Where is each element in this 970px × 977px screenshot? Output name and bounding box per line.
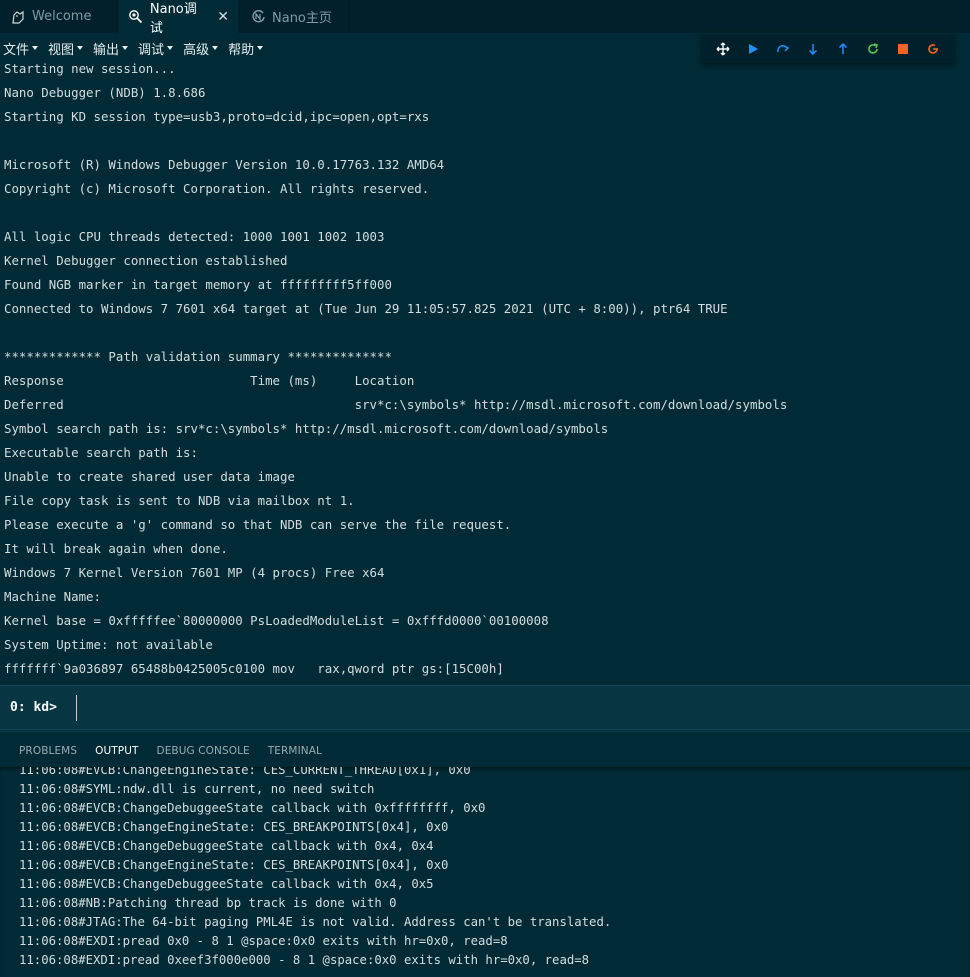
debug-bug-icon (128, 9, 144, 25)
console-line: All logic CPU threads detected: 1000 100… (4, 229, 385, 244)
stop-icon (898, 44, 908, 54)
console-line: Kernel Debugger connection established (4, 253, 288, 268)
output-line: 11:06:08#EVCB:ChangeEngineState: CES_CUR… (19, 767, 471, 777)
console-line: Microsoft (R) Windows Debugger Version 1… (4, 157, 445, 172)
output-line: 11:06:08#EXDI:pread 0x0 - 8 1 @space:0x0… (19, 934, 508, 948)
continue-button[interactable] (738, 37, 768, 61)
chevron-down-icon (32, 46, 39, 50)
command-bar: 0: kd> (0, 685, 970, 730)
tab-terminal[interactable]: TERMINAL (268, 732, 322, 768)
chevron-down-icon (77, 46, 84, 50)
output-line: 11:06:08#SYML:ndw.dll is current, no nee… (19, 782, 375, 796)
console-line: Kernel base = 0xfffffee`80000000 PsLoade… (4, 613, 549, 628)
menu-file[interactable]: 文件 (3, 39, 39, 58)
step-out-icon (838, 43, 848, 54)
continue-icon (749, 44, 758, 54)
command-input[interactable] (76, 694, 956, 721)
console-line: It will break again when done. (4, 541, 228, 556)
console-line: File copy task is sent to NDB via mailbo… (4, 493, 355, 508)
restart-icon (868, 43, 879, 54)
debug-toolbar (702, 35, 954, 63)
console-line: Response Time (ms) Location (4, 373, 415, 388)
output-line: 11:06:08#EVCB:ChangeDebuggeeState callba… (19, 839, 434, 853)
menu-view[interactable]: 视图 (48, 39, 84, 58)
step-out-button[interactable] (828, 37, 858, 61)
console-line: Symbol search path is: srv*c:\symbols* h… (4, 421, 609, 436)
command-prompt: 0: kd> (10, 700, 57, 715)
panel-tab-bar: PROBLEMS OUTPUT DEBUG CONSOLE TERMINAL (0, 731, 970, 768)
output-line: 11:06:08#EVCB:ChangeEngineState: CES_BRE… (19, 858, 449, 872)
step-into-button[interactable] (798, 37, 828, 61)
console-line: fffffff`9a036897 65488b0425005c0100 mov … (4, 661, 504, 676)
tab-nano-debug[interactable]: Nano调试 ✕ (118, 0, 240, 36)
close-icon[interactable]: ✕ (217, 9, 229, 25)
chevron-down-icon (122, 46, 129, 50)
output-line: 11:06:08#JTAG:The 64-bit paging PML4E is… (19, 915, 612, 929)
console-line: Copyright (c) Microsoft Corporation. All… (4, 181, 430, 196)
tab-debug-console[interactable]: DEBUG CONSOLE (157, 732, 250, 768)
chevron-down-icon (212, 46, 219, 50)
console-line: Found NGB marker in target memory at fff… (4, 277, 392, 292)
console-line: Executable search path is: (4, 445, 198, 460)
step-into-icon (808, 44, 818, 55)
console-line: Please execute a 'g' command so that NDB… (4, 517, 512, 532)
stop-button[interactable] (888, 37, 918, 61)
nano-home-icon (250, 9, 266, 25)
restart-button[interactable] (858, 37, 888, 61)
console-line: Unable to create shared user data image (4, 469, 295, 484)
console-line: Connected to Windows 7 7601 x64 target a… (4, 301, 728, 316)
drag-handle-icon[interactable] (708, 37, 738, 61)
tab-nano-home[interactable]: Nano主页 (240, 0, 350, 33)
tab-problems[interactable]: PROBLEMS (19, 732, 77, 768)
welcome-icon (10, 9, 26, 25)
console-line: Starting KD session type=usb3,proto=dcid… (4, 109, 430, 124)
chevron-down-icon (257, 46, 264, 50)
tab-output[interactable]: OUTPUT (95, 732, 139, 768)
menu-advanced[interactable]: 高级 (183, 39, 219, 58)
console-line: System Uptime: not available (4, 637, 213, 652)
editor-tab-bar: Welcome Nano调试 ✕ Nano主页 (0, 0, 970, 36)
output-line: 11:06:08#EXDI:pread 0xeef3f000e000 - 8 1… (19, 953, 590, 967)
menu-debug[interactable]: 调试 (138, 39, 174, 58)
disconnect-icon (928, 44, 938, 54)
tab-label: Nano调试 (149, 1, 197, 36)
output-line: 11:06:08#EVCB:ChangeDebuggeeState callba… (19, 877, 434, 891)
output-panel[interactable]: 11:06:08#EVCB:ChangeEngineState: CES_CUR… (0, 767, 970, 977)
console-line: Deferred srv*c:\symbols* http://msdl.mic… (4, 397, 788, 412)
tab-label: Nano主页 (272, 11, 332, 26)
tab-label: Welcome (32, 9, 92, 24)
step-over-icon (777, 45, 790, 53)
chevron-down-icon (167, 46, 174, 50)
menu-output[interactable]: 输出 (93, 39, 129, 58)
step-over-button[interactable] (768, 37, 798, 61)
console-line: Nano Debugger (NDB) 1.8.686 (4, 85, 206, 100)
console-line: Starting new session... (4, 61, 176, 76)
output-line: 11:06:08#EVCB:ChangeEngineState: CES_BRE… (19, 820, 449, 834)
console-line: Machine Name: (4, 589, 101, 604)
output-line: 11:06:08#EVCB:ChangeDebuggeeState callba… (19, 801, 486, 815)
disconnect-button[interactable] (918, 37, 948, 61)
debugger-console-output[interactable]: Starting new session... Nano Debugger (ND… (0, 60, 970, 682)
console-line: Windows 7 Kernel Version 7601 MP (4 proc… (4, 565, 385, 580)
menu-help[interactable]: 帮助 (228, 39, 264, 58)
tab-welcome[interactable]: Welcome (0, 0, 118, 33)
console-line: ************* Path validation summary **… (4, 349, 392, 364)
output-line: 11:06:08#NB:Patching thread bp track is … (19, 896, 397, 910)
